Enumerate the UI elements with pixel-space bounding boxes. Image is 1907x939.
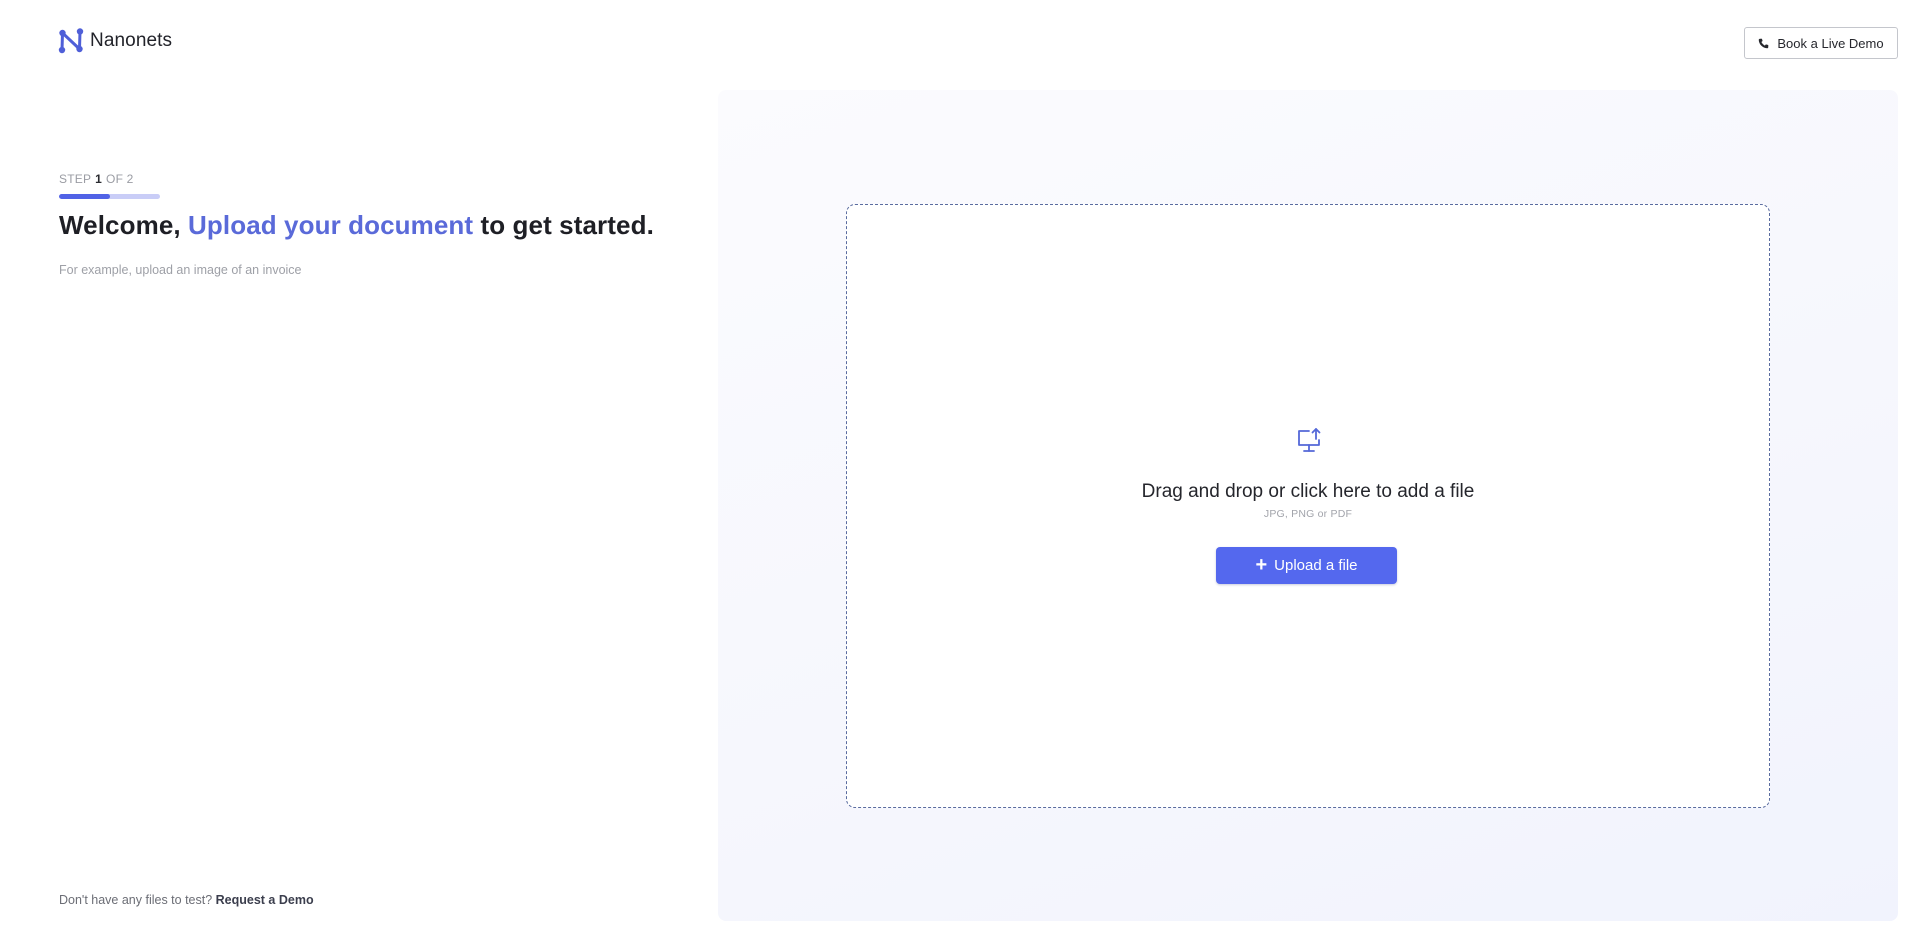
step-suffix: OF 2 <box>106 172 134 186</box>
brand-name: Nanonets <box>90 30 173 51</box>
title-trail: to get started. <box>473 210 654 240</box>
request-demo-link[interactable]: Request a Demo <box>216 893 314 907</box>
book-live-demo-button[interactable]: Book a Live Demo <box>1744 27 1898 59</box>
page-title: Welcome, Upload your document to get sta… <box>59 210 654 241</box>
upload-file-label: Upload a file <box>1274 557 1358 574</box>
nanonets-logo[interactable]: Nanonets <box>58 27 172 55</box>
step-progress-fill <box>59 194 110 199</box>
book-live-demo-label: Book a Live Demo <box>1777 35 1884 51</box>
step-progress-bar <box>59 194 160 199</box>
phone-icon <box>1758 38 1769 49</box>
footer-note: Don't have any files to test? Request a … <box>59 893 314 907</box>
upload-example-hint: For example, upload an image of an invoi… <box>59 263 302 277</box>
step-indicator: STEP 1 OF 2 <box>59 172 134 186</box>
step-prefix: STEP <box>59 172 92 186</box>
file-dropzone[interactable]: Drag and drop or click here to add a fil… <box>846 204 1770 808</box>
dropzone-title: Drag and drop or click here to add a fil… <box>1141 481 1475 502</box>
title-lead: Welcome, <box>59 210 189 240</box>
plus-icon: + <box>1255 553 1268 576</box>
footer-question: Don't have any files to test? <box>59 893 216 907</box>
upload-file-button[interactable]: + Upload a file <box>1216 547 1397 584</box>
nanonets-logo-icon <box>58 27 84 55</box>
monitor-upload-icon <box>1295 427 1323 455</box>
title-accent: Upload your document <box>188 210 474 240</box>
step-current: 1 <box>95 172 103 186</box>
accepted-formats: JPG, PNG or PDF <box>1263 508 1353 520</box>
